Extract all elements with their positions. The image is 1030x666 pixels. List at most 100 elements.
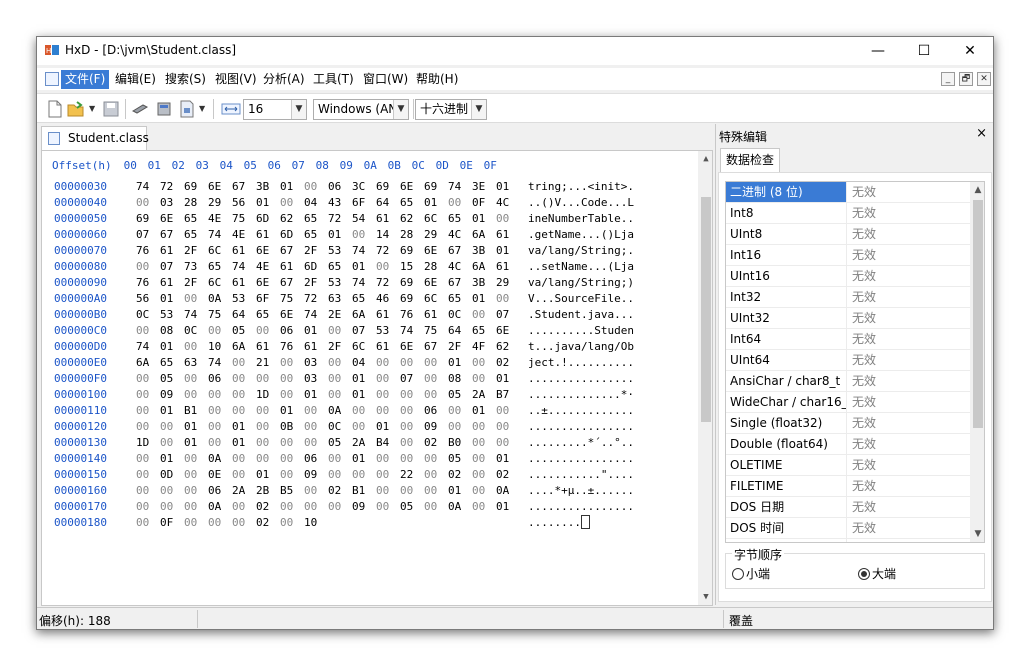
- hex-byte[interactable]: 62: [400, 211, 424, 227]
- hex-byte[interactable]: 2F: [328, 339, 352, 355]
- hex-row[interactable]: 00 05 00 06 00 00 00 03 00 01 00 07 00 08 00 01: [136, 371, 522, 387]
- text-row[interactable]: ineNumberTable..: [528, 211, 634, 227]
- hex-byte[interactable]: 06: [424, 403, 448, 419]
- hex-byte[interactable]: 61: [424, 307, 448, 323]
- hex-byte[interactable]: 6C: [424, 211, 448, 227]
- text-row[interactable]: ................: [528, 499, 634, 515]
- inspector-row-value[interactable]: 无效: [848, 287, 968, 307]
- hex-byte[interactable]: 61: [256, 227, 280, 243]
- hex-byte[interactable]: 2A: [472, 387, 496, 403]
- text-row[interactable]: V...SourceFile..: [528, 291, 634, 307]
- hex-byte[interactable]: 09: [304, 467, 328, 483]
- hex-byte[interactable]: 00: [376, 483, 400, 499]
- inspector-row[interactable]: 二进制 (8 位) 无效: [726, 182, 970, 203]
- hex-byte[interactable]: 10: [304, 515, 328, 531]
- hex-row[interactable]: 00 01 00 0A 00 00 00 06 00 01 00 00 00 05 00 01: [136, 451, 522, 467]
- hex-byte[interactable]: 1D: [136, 435, 160, 451]
- inspector-row[interactable]: UInt32 无效: [726, 308, 970, 329]
- bytes-per-row-select[interactable]: 16 ▼: [243, 99, 307, 120]
- hex-byte[interactable]: 74: [448, 179, 472, 195]
- hex-byte[interactable]: 00: [472, 371, 496, 387]
- hex-byte[interactable]: 00: [280, 195, 304, 211]
- inspector-row[interactable]: Double (float64) 无效: [726, 434, 970, 455]
- hex-row[interactable]: 69 6E 65 4E 75 6D 62 65 72 54 61 62 6C 65 01 00: [136, 211, 522, 227]
- hex-byte[interactable]: 00: [208, 387, 232, 403]
- hex-byte[interactable]: 00: [472, 355, 496, 371]
- chevron-down-icon[interactable]: ▼: [89, 100, 95, 118]
- hex-byte[interactable]: 00: [160, 483, 184, 499]
- hex-byte[interactable]: 00: [256, 323, 280, 339]
- inspector-row[interactable]: UInt16 无效: [726, 266, 970, 287]
- hex-byte[interactable]: 2A: [352, 435, 376, 451]
- hex-byte[interactable]: 04: [304, 195, 328, 211]
- hex-byte[interactable]: 01: [232, 435, 256, 451]
- hex-byte[interactable]: 69: [184, 179, 208, 195]
- inspector-row-value[interactable]: 无效: [848, 413, 968, 433]
- hex-byte[interactable]: 05: [328, 435, 352, 451]
- hex-row[interactable]: 1D 00 01 00 01 00 00 00 05 2A B4 00 02 B0 00 00: [136, 435, 522, 451]
- hex-byte[interactable]: 05: [448, 387, 472, 403]
- hex-byte[interactable]: 63: [328, 291, 352, 307]
- chevron-down-icon[interactable]: ▼: [199, 100, 205, 118]
- hex-byte[interactable]: 00: [472, 307, 496, 323]
- hex-byte[interactable]: 00: [208, 419, 232, 435]
- hex-byte[interactable]: 01: [184, 435, 208, 451]
- hex-byte[interactable]: 61: [256, 339, 280, 355]
- hex-byte[interactable]: 4E: [256, 259, 280, 275]
- hex-row[interactable]: 76 61 2F 6C 61 6E 67 2F 53 74 72 69 6E 67 3B 29: [136, 275, 522, 291]
- hex-byte[interactable]: 00: [376, 467, 400, 483]
- hex-byte[interactable]: 22: [400, 467, 424, 483]
- hex-byte[interactable]: 00: [376, 451, 400, 467]
- save-icon[interactable]: [103, 100, 119, 118]
- hex-byte[interactable]: 74: [136, 179, 160, 195]
- hex-byte[interactable]: 00: [136, 515, 160, 531]
- hex-byte[interactable]: 00: [256, 435, 280, 451]
- hex-byte[interactable]: 28: [400, 227, 424, 243]
- hex-byte[interactable]: 00: [232, 403, 256, 419]
- mdi-restore-button[interactable]: 🗗: [959, 72, 973, 86]
- hex-byte[interactable]: 06: [208, 371, 232, 387]
- hex-byte[interactable]: 00: [136, 371, 160, 387]
- hex-byte[interactable]: 69: [424, 179, 448, 195]
- hex-byte[interactable]: 4F: [472, 339, 496, 355]
- hex-byte[interactable]: 00: [208, 515, 232, 531]
- hex-byte[interactable]: 02: [256, 515, 280, 531]
- hex-byte[interactable]: 54: [352, 211, 376, 227]
- hex-row[interactable]: 00 0F 00 00 00 02 00 10: [136, 515, 522, 531]
- hex-byte[interactable]: 00: [376, 259, 400, 275]
- hex-byte[interactable]: 65: [184, 211, 208, 227]
- hex-byte[interactable]: 00: [352, 467, 376, 483]
- hex-byte[interactable]: 01: [472, 291, 496, 307]
- inspector-row[interactable]: AnsiChar / char8_t 无效: [726, 371, 970, 392]
- hex-byte[interactable]: 00: [400, 435, 424, 451]
- hex-byte[interactable]: 00: [304, 179, 328, 195]
- hex-byte[interactable]: 53: [328, 243, 352, 259]
- hex-byte[interactable]: 64: [376, 195, 400, 211]
- hex-byte[interactable]: 00: [376, 371, 400, 387]
- hex-byte[interactable]: 00: [160, 499, 184, 515]
- hex-byte[interactable]: 00: [400, 355, 424, 371]
- hex-byte[interactable]: 00: [232, 451, 256, 467]
- hex-byte[interactable]: 01: [448, 483, 472, 499]
- hex-byte[interactable]: 00: [184, 515, 208, 531]
- hex-byte[interactable]: 56: [136, 291, 160, 307]
- hex-byte[interactable]: 02: [496, 355, 520, 371]
- hex-byte[interactable]: 01: [448, 355, 472, 371]
- hex-byte[interactable]: 6A: [472, 227, 496, 243]
- hex-byte[interactable]: 67: [160, 227, 184, 243]
- hex-byte[interactable]: 0A: [208, 451, 232, 467]
- hex-byte[interactable]: 6E: [400, 179, 424, 195]
- hex-byte[interactable]: 01: [352, 259, 376, 275]
- hex-byte[interactable]: 00: [448, 419, 472, 435]
- hex-byte[interactable]: 74: [400, 323, 424, 339]
- hex-row[interactable]: 00 09 00 00 00 1D 00 01 00 01 00 00 00 05 2A B7: [136, 387, 522, 403]
- hex-byte[interactable]: 61: [232, 243, 256, 259]
- hex-byte[interactable]: 6E: [280, 307, 304, 323]
- text-row[interactable]: .getName...()Lja: [528, 227, 634, 243]
- inspector-row-value[interactable]: 无效: [848, 350, 968, 370]
- menu-item[interactable]: 工具(T): [309, 70, 358, 89]
- new-file-icon[interactable]: [47, 100, 63, 118]
- inspector-row[interactable]: Int16 无效: [726, 245, 970, 266]
- hex-byte[interactable]: 00: [328, 323, 352, 339]
- hex-byte[interactable]: 00: [424, 499, 448, 515]
